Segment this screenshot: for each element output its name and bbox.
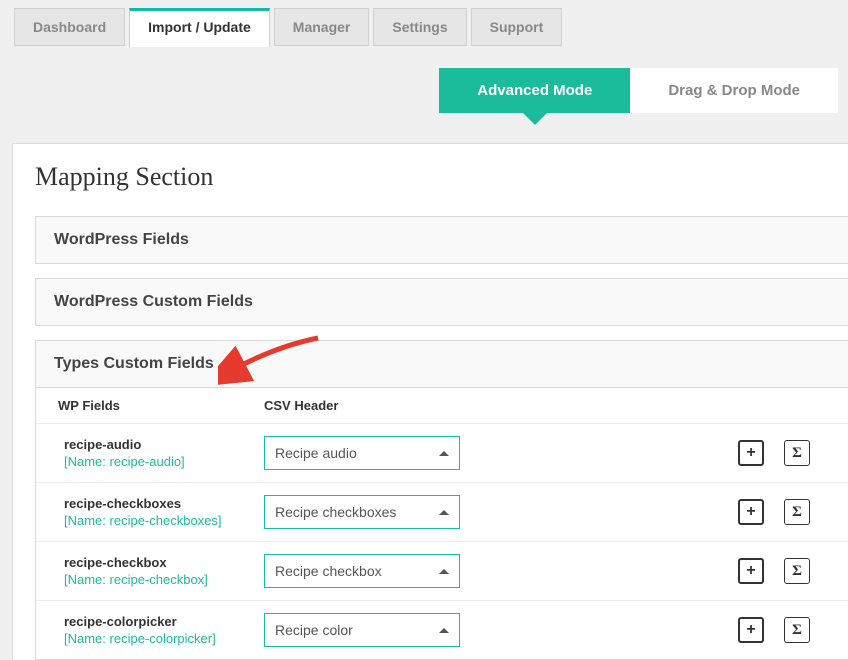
field-label: recipe-colorpicker [Name: recipe-colorpi… — [54, 614, 264, 646]
field-row: recipe-checkboxes [Name: recipe-checkbox… — [36, 482, 848, 541]
sigma-button[interactable] — [784, 617, 810, 643]
caret-up-icon — [439, 451, 449, 456]
field-label: recipe-audio [Name: recipe-audio] — [54, 437, 264, 469]
accordion-wordpress-custom-fields[interactable]: WordPress Custom Fields — [35, 278, 848, 326]
add-button[interactable]: + — [738, 440, 764, 466]
accordion-types-custom-fields[interactable]: Types Custom Fields — [35, 340, 848, 388]
add-button[interactable]: + — [738, 617, 764, 643]
csv-header-select[interactable]: Recipe audio — [264, 436, 460, 470]
select-value: Recipe color — [275, 622, 353, 638]
mapping-panel: Mapping Section WordPress Fields WordPre… — [12, 143, 848, 660]
col-header-csv: CSV Header — [264, 398, 484, 413]
col-header-wp-fields: WP Fields — [54, 398, 264, 413]
sigma-button[interactable] — [784, 440, 810, 466]
field-name-hint: [Name: recipe-audio] — [64, 454, 264, 469]
top-tabs: Dashboard Import / Update Manager Settin… — [0, 0, 848, 46]
table-head: WP Fields CSV Header — [36, 388, 848, 423]
field-row: recipe-checkbox [Name: recipe-checkbox] … — [36, 541, 848, 600]
field-row: recipe-colorpicker [Name: recipe-colorpi… — [36, 600, 848, 659]
sigma-button[interactable] — [784, 499, 810, 525]
tab-settings[interactable]: Settings — [373, 8, 466, 46]
tab-manager[interactable]: Manager — [274, 8, 370, 46]
field-id: recipe-checkbox — [64, 555, 264, 570]
csv-header-select[interactable]: Recipe color — [264, 613, 460, 647]
caret-up-icon — [439, 569, 449, 574]
field-name-hint: [Name: recipe-checkboxes] — [64, 513, 264, 528]
tab-import-update[interactable]: Import / Update — [129, 8, 270, 47]
select-value: Recipe checkbox — [275, 563, 382, 579]
add-button[interactable]: + — [738, 558, 764, 584]
field-id: recipe-colorpicker — [64, 614, 264, 629]
caret-up-icon — [439, 510, 449, 515]
caret-up-icon — [439, 628, 449, 633]
tab-dashboard[interactable]: Dashboard — [14, 8, 125, 46]
sigma-button[interactable] — [784, 558, 810, 584]
accordion-wordpress-fields[interactable]: WordPress Fields — [35, 216, 848, 264]
csv-header-select[interactable]: Recipe checkbox — [264, 554, 460, 588]
page-title: Mapping Section — [35, 162, 848, 192]
types-custom-fields-body: WP Fields CSV Header recipe-audio [Name:… — [35, 388, 848, 660]
field-id: recipe-audio — [64, 437, 264, 452]
select-value: Recipe checkboxes — [275, 504, 396, 520]
field-label: recipe-checkbox [Name: recipe-checkbox] — [54, 555, 264, 587]
mode-advanced-button[interactable]: Advanced Mode — [439, 68, 630, 113]
tab-support[interactable]: Support — [471, 8, 563, 46]
csv-header-select[interactable]: Recipe checkboxes — [264, 495, 460, 529]
field-name-hint: [Name: recipe-checkbox] — [64, 572, 264, 587]
mode-dragdrop-button[interactable]: Drag & Drop Mode — [630, 68, 838, 113]
field-row: recipe-audio [Name: recipe-audio] Recipe… — [36, 423, 848, 482]
select-value: Recipe audio — [275, 445, 357, 461]
field-name-hint: [Name: recipe-colorpicker] — [64, 631, 264, 646]
field-id: recipe-checkboxes — [64, 496, 264, 511]
mode-switcher: Advanced Mode Drag & Drop Mode — [0, 68, 848, 113]
field-label: recipe-checkboxes [Name: recipe-checkbox… — [54, 496, 264, 528]
add-button[interactable]: + — [738, 499, 764, 525]
